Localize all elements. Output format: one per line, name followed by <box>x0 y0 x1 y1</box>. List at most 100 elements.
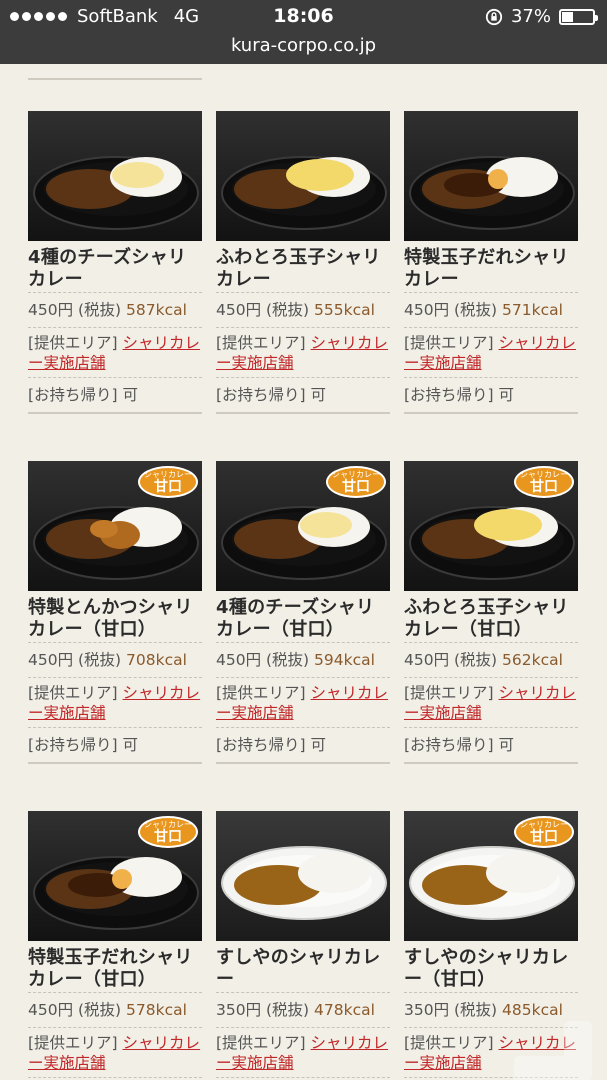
area-label: [提供エリア] <box>404 684 494 702</box>
product-card: ふわとろ玉子シャリカレー 450円 (税抜) 555kcal [提供エリア] シ… <box>216 111 390 414</box>
product-name: 特製玉子だれシャリカレー（甘口） <box>28 947 193 990</box>
takeout-value: 可 <box>310 386 327 404</box>
area-label: [提供エリア] <box>28 684 118 702</box>
calories: 594kcal <box>314 651 375 669</box>
menu-grid: 4種のチーズシャリカレー 450円 (税抜) 587kcal [提供エリア] シ… <box>0 64 607 1080</box>
product-photo[interactable]: シャリカレー 甘口 <box>28 811 202 941</box>
product-name: 特製玉子だれシャリカレー <box>404 247 569 290</box>
area-row: [提供エリア] シャリカレー実施店舗 <box>404 327 578 377</box>
price: 450円 (税抜) <box>28 651 122 669</box>
takeout-label: [お持ち帰り] <box>216 386 306 404</box>
price: 450円 (税抜) <box>216 301 310 319</box>
product-photo[interactable]: シャリカレー 甘口 <box>216 461 390 591</box>
watermark-icon <box>514 1021 592 1080</box>
badge-line2: 甘口 <box>530 829 558 845</box>
amakuchi-badge: シャリカレー 甘口 <box>514 466 574 498</box>
takeout-label: [お持ち帰り] <box>404 386 494 404</box>
product-name: 4種のチーズシャリカレー <box>28 247 187 290</box>
product-card: シャリカレー 甘口 4種のチーズシャリカレー（甘口） 450円 (税抜) 594… <box>216 461 390 764</box>
product-photo[interactable]: シャリカレー 甘口 <box>28 461 202 591</box>
product-photo[interactable] <box>404 111 578 241</box>
area-label: [提供エリア] <box>404 334 494 352</box>
badge-line1: シャリカレー <box>332 470 380 479</box>
price: 450円 (税抜) <box>28 301 122 319</box>
badge-line2: 甘口 <box>530 479 558 495</box>
area-row: [提供エリア] シャリカレー実施店舗 <box>404 677 578 727</box>
calories: 555kcal <box>314 301 375 319</box>
price: 450円 (税抜) <box>404 301 498 319</box>
product-card: シャリカレー 甘口 特製とんかつシャリカレー（甘口） 450円 (税抜) 708… <box>28 461 202 764</box>
product-photo[interactable]: シャリカレー 甘口 <box>404 811 578 941</box>
calories: 578kcal <box>126 1001 187 1019</box>
calories: 587kcal <box>126 301 187 319</box>
takeout-row: [お持ち帰り] 可 <box>404 727 578 764</box>
product-name: すしやのシャリカレー（甘口） <box>404 947 569 990</box>
area-label: [提供エリア] <box>28 334 118 352</box>
product-name: ふわとろ玉子シャリカレー <box>216 247 381 290</box>
amakuchi-badge: シャリカレー 甘口 <box>138 466 198 498</box>
area-row: [提供エリア] シャリカレー実施店舗 <box>216 327 390 377</box>
badge-line2: 甘口 <box>154 829 182 845</box>
takeout-label: [お持ち帰り] <box>216 736 306 754</box>
price-row: 450円 (税抜) 562kcal <box>404 642 578 677</box>
price: 350円 (税抜) <box>404 1001 498 1019</box>
price-row: 450円 (税抜) 587kcal <box>28 292 202 327</box>
badge-line2: 甘口 <box>154 479 182 495</box>
battery-percent: 37% <box>510 6 551 27</box>
battery-icon <box>559 8 598 25</box>
area-row: [提供エリア] シャリカレー実施店舗 <box>28 327 202 377</box>
product-name: 4種のチーズシャリカレー（甘口） <box>216 597 375 640</box>
calories: 571kcal <box>502 301 563 319</box>
area-label: [提供エリア] <box>216 1034 306 1052</box>
area-label: [提供エリア] <box>404 1034 494 1052</box>
area-row: [提供エリア] シャリカレー実施店舗 <box>216 677 390 727</box>
product-name: 特製とんかつシャリカレー（甘口） <box>28 597 193 640</box>
takeout-value: 可 <box>310 736 327 754</box>
price: 450円 (税抜) <box>404 651 498 669</box>
previous-card-remnant <box>28 64 202 80</box>
takeout-value: 可 <box>498 386 515 404</box>
takeout-row: [お持ち帰り] 可 <box>216 727 390 764</box>
takeout-value: 可 <box>122 386 139 404</box>
badge-line1: シャリカレー <box>520 470 568 479</box>
product-photo[interactable] <box>28 111 202 241</box>
area-label: [提供エリア] <box>216 684 306 702</box>
price-row: 450円 (税抜) 578kcal <box>28 992 202 1027</box>
price: 450円 (税抜) <box>216 651 310 669</box>
product-card: 4種のチーズシャリカレー 450円 (税抜) 587kcal [提供エリア] シ… <box>28 111 202 414</box>
badge-line2: 甘口 <box>342 479 370 495</box>
price-row: 350円 (税抜) 478kcal <box>216 992 390 1027</box>
badge-line1: シャリカレー <box>144 820 192 829</box>
takeout-label: [お持ち帰り] <box>28 736 118 754</box>
takeout-value: 可 <box>498 736 515 754</box>
calories: 478kcal <box>314 1001 375 1019</box>
rotation-lock-icon <box>485 8 503 25</box>
area-row: [提供エリア] シャリカレー実施店舗 <box>28 1027 202 1077</box>
product-card: シャリカレー 甘口 ふわとろ玉子シャリカレー（甘口） 450円 (税抜) 562… <box>404 461 578 764</box>
status-bar: SoftBank 4G 18:06 37% kura-corpo.co.jp <box>0 0 607 64</box>
area-row: [提供エリア] シャリカレー実施店舗 <box>216 1027 390 1077</box>
amakuchi-badge: シャリカレー 甘口 <box>326 466 386 498</box>
calories: 562kcal <box>502 651 563 669</box>
takeout-label: [お持ち帰り] <box>404 736 494 754</box>
takeout-row: [お持ち帰り] 可 <box>404 377 578 414</box>
product-photo[interactable] <box>216 111 390 241</box>
product-name: すしやのシャリカレー <box>216 947 381 990</box>
takeout-row: [お持ち帰り] 可 <box>28 727 202 764</box>
product-card: シャリカレー 甘口 特製玉子だれシャリカレー（甘口） 450円 (税抜) 578… <box>28 811 202 1080</box>
product-card: すしやのシャリカレー 350円 (税抜) 478kcal [提供エリア] シャリ… <box>216 811 390 1080</box>
badge-line1: シャリカレー <box>520 820 568 829</box>
amakuchi-badge: シャリカレー 甘口 <box>138 816 198 848</box>
address-bar[interactable]: kura-corpo.co.jp <box>0 35 607 56</box>
area-label: [提供エリア] <box>28 1034 118 1052</box>
price-row: 450円 (税抜) 571kcal <box>404 292 578 327</box>
area-row: [提供エリア] シャリカレー実施店舗 <box>28 677 202 727</box>
product-photo[interactable] <box>216 811 390 941</box>
price-row: 450円 (税抜) 555kcal <box>216 292 390 327</box>
price: 350円 (税抜) <box>216 1001 310 1019</box>
takeout-row: [お持ち帰り] 可 <box>28 377 202 414</box>
price: 450円 (税抜) <box>28 1001 122 1019</box>
product-photo[interactable]: シャリカレー 甘口 <box>404 461 578 591</box>
takeout-value: 可 <box>122 736 139 754</box>
calories: 708kcal <box>126 651 187 669</box>
